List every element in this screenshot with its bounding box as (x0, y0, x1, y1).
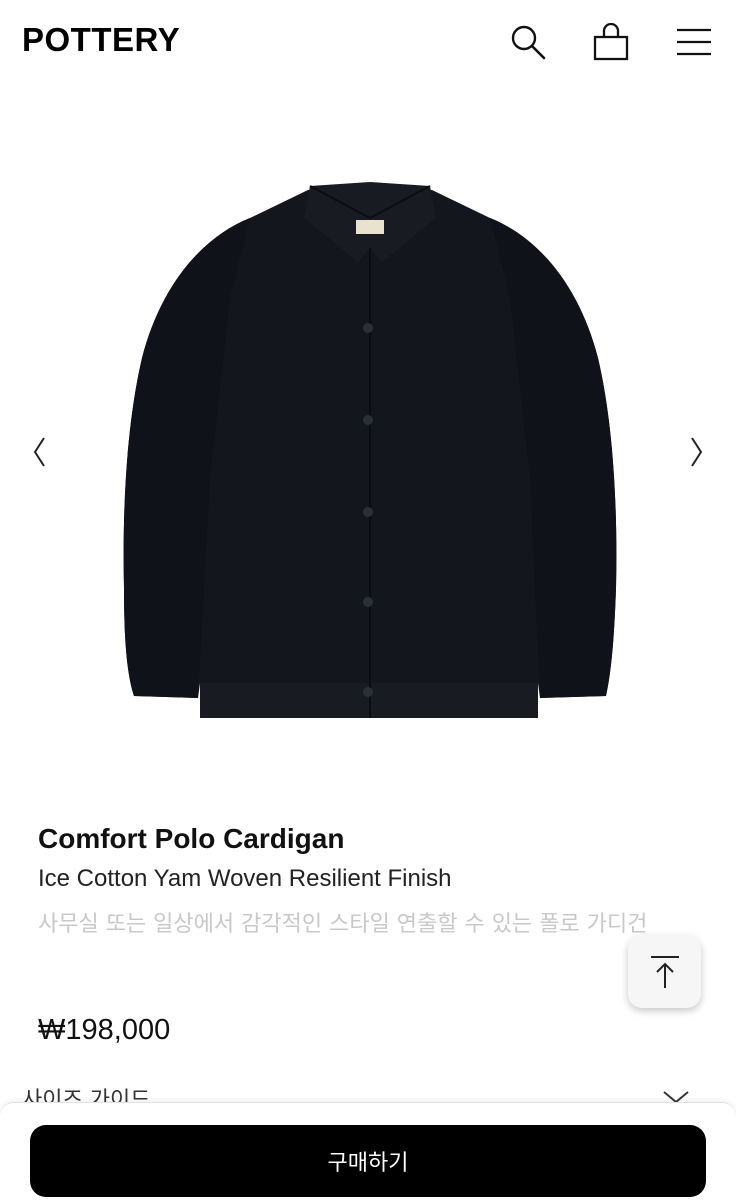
hamburger-menu-icon (677, 28, 711, 56)
buy-button[interactable]: 구매하기 (30, 1125, 706, 1197)
product-title: Comfort Polo Cardigan (38, 823, 345, 854)
shopping-bag-icon (593, 23, 629, 61)
search-button[interactable] (508, 22, 548, 62)
product-image-carousel[interactable] (0, 82, 736, 812)
brand-logo[interactable]: POTTERY (22, 21, 180, 59)
chevron-right-icon (691, 437, 703, 467)
product-description: 사무실 또는 일상에서 감각적인 스타일 연출할 수 있는 폴로 가디건 (38, 912, 648, 937)
search-icon (511, 25, 546, 60)
product-subtitle: Ice Cotton Yam Woven Resilient Finish (38, 865, 452, 892)
carousel-prev-button[interactable] (24, 432, 54, 472)
app-header: POTTERY (0, 0, 736, 82)
product-price: ₩198,000 (38, 1014, 171, 1046)
product-image (123, 182, 617, 718)
cart-button[interactable] (591, 22, 631, 62)
purchase-bar: 구매하기 (0, 1102, 736, 1200)
chevron-left-icon (33, 437, 45, 467)
arrow-up-to-top-icon (650, 955, 679, 988)
menu-button[interactable] (674, 22, 714, 62)
scroll-to-top-button[interactable] (628, 935, 701, 1008)
carousel-next-button[interactable] (682, 432, 712, 472)
